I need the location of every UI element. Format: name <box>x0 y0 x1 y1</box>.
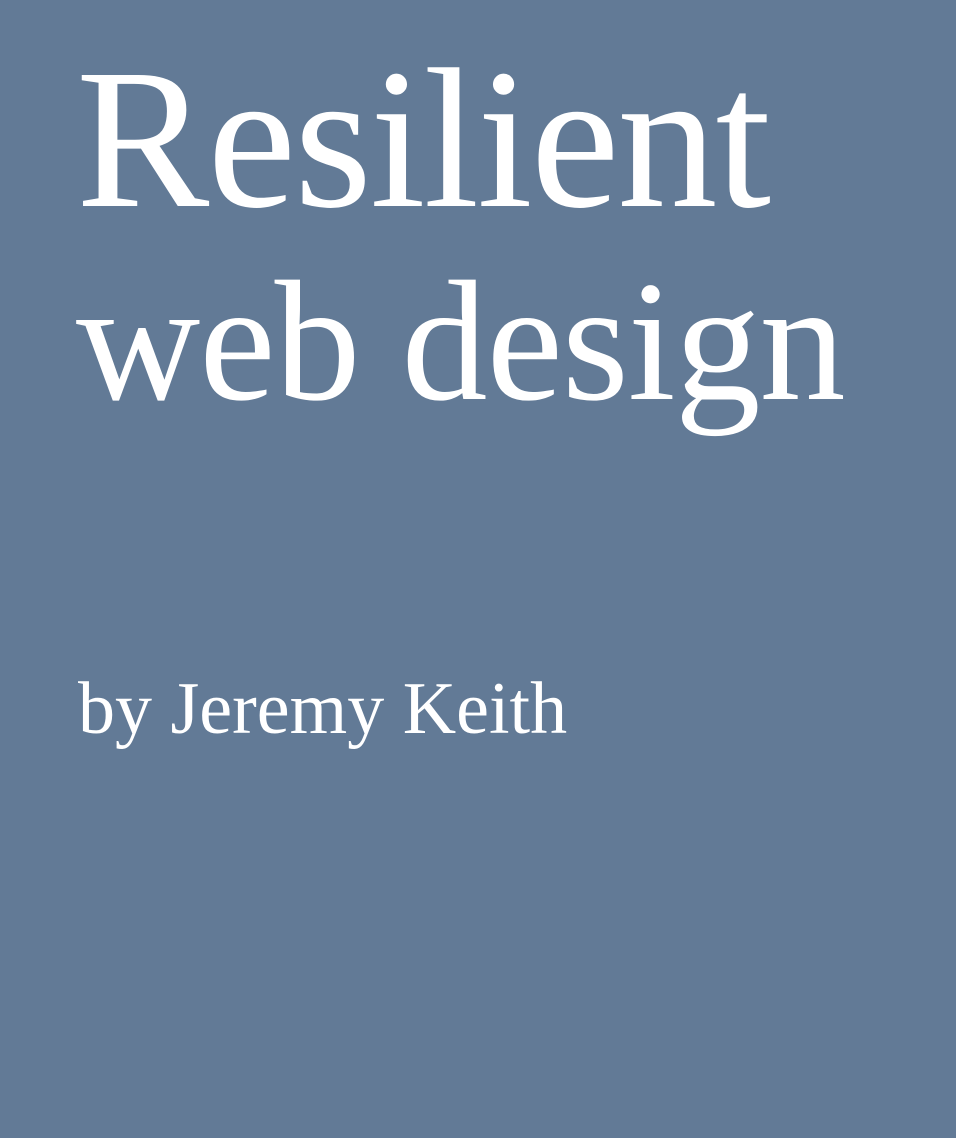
book-cover: Resilient web design by Jeremy Keith <box>0 0 956 1138</box>
book-title-line-2: web design <box>76 247 846 437</box>
book-title-line-1: Resilient <box>76 29 771 250</box>
book-author: by Jeremy Keith <box>78 668 568 750</box>
book-title: Resilient web design <box>76 29 846 429</box>
